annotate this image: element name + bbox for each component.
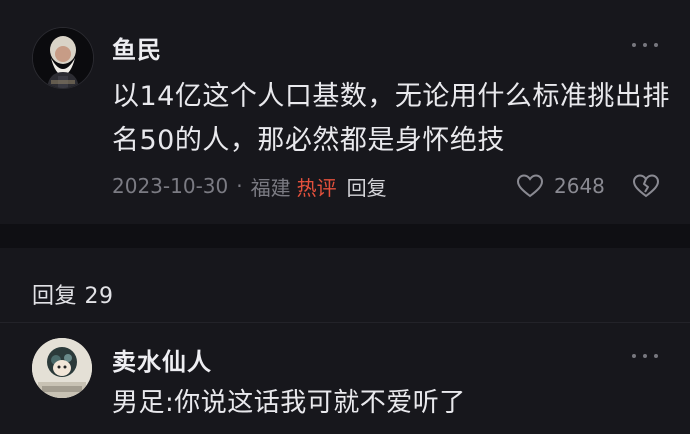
more-options-icon[interactable] [632, 37, 658, 53]
comment-date: 2023-10-30 [112, 174, 229, 198]
reply-text: 男足:你说这话我可就不爱听了 [112, 388, 466, 418]
broken-heart-icon [632, 174, 660, 198]
reply-username[interactable]: 卖水仙人 [112, 342, 212, 377]
hot-comment-badge: 热评 [296, 175, 337, 200]
reply-more-options-icon[interactable] [632, 348, 658, 364]
replies-header: 回复 29 [32, 284, 114, 309]
like-count: 2648 [554, 174, 605, 198]
bearded-man-portrait-icon [33, 28, 93, 88]
user-avatar[interactable] [32, 27, 94, 89]
comment-location: 福建 [250, 175, 291, 200]
comment-text: 以14亿这个人口基数，无论用什么标准挑出排名50的人，那必然都是身怀绝技 [112, 81, 670, 156]
username[interactable]: 鱼民 [112, 30, 162, 65]
section-divider [0, 224, 690, 248]
comment-meta: 2023-10-30 · 福建 热评 回复 [112, 172, 387, 200]
heart-icon [516, 174, 544, 198]
main-comment: 鱼民 以14亿这个人口基数，无论用什么标准挑出排名50的人，那必然都是身怀绝技 … [0, 0, 690, 224]
reply-user-avatar[interactable] [32, 338, 92, 398]
dislike-button[interactable] [632, 172, 660, 200]
divider [0, 322, 690, 323]
meta-separator: · [236, 174, 243, 198]
cartoon-avatar-icon [32, 338, 92, 398]
like-button[interactable]: 2648 [516, 172, 605, 200]
comment-screen: 鱼民 以14亿这个人口基数，无论用什么标准挑出排名50的人，那必然都是身怀绝技 … [0, 0, 690, 434]
reply-button[interactable]: 回复 [347, 172, 387, 201]
